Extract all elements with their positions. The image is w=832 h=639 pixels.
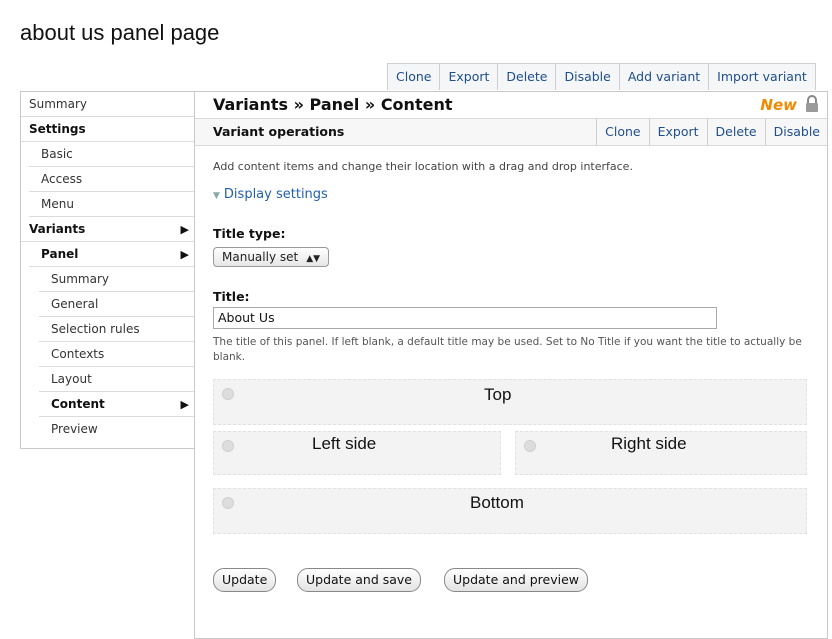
sidebar-item-label: Settings	[29, 122, 86, 136]
sidebar-item-selection-rules[interactable]: Selection rules	[39, 317, 195, 342]
sidebar-item-basic[interactable]: Basic	[29, 142, 195, 167]
sidebar-item-label: Variants	[29, 222, 86, 236]
sidebar-item-label: Menu	[41, 197, 74, 211]
sidebar-item-label: Content	[51, 397, 105, 411]
title-type-label: Title type:	[213, 226, 286, 241]
sidebar-item-label: Access	[41, 172, 83, 186]
sidebar-item-label: Summary	[29, 97, 87, 111]
sidebar-item-settings[interactable]: Settings	[21, 117, 195, 142]
sidebar-item-variants[interactable]: Variants ▶	[21, 217, 195, 242]
region-top-label: Top	[484, 385, 512, 404]
export-link[interactable]: Export	[439, 64, 497, 90]
update-button[interactable]: Update	[213, 568, 277, 592]
sidebar-item-label: Summary	[51, 272, 109, 286]
clone-link[interactable]: Clone	[388, 64, 439, 90]
breadcrumb: Variants » Panel » Content	[213, 95, 453, 114]
disable-link[interactable]: Disable	[555, 64, 618, 90]
top-operations: Clone Export Delete Disable Add variant …	[387, 63, 816, 90]
gear-icon[interactable]	[524, 440, 536, 452]
variant-operations-title: Variant operations	[213, 124, 345, 139]
title-input[interactable]: About Us	[213, 307, 717, 329]
select-arrows-icon: ▲▼	[306, 254, 321, 264]
variant-operations: Clone Export Delete Disable	[596, 119, 828, 145]
chevron-right-icon: ▶	[180, 398, 189, 411]
chevron-right-icon: ▶	[180, 223, 189, 236]
sidebar-item-label: Selection rules	[51, 322, 140, 336]
sidebar-item-content[interactable]: Content ▶	[39, 392, 195, 417]
gear-icon[interactable]	[222, 497, 234, 509]
update-and-preview-button[interactable]: Update and preview	[444, 568, 589, 592]
sidebar-item-contexts[interactable]: Contexts	[39, 342, 195, 367]
lock-icon	[806, 95, 818, 112]
variant-disable-link[interactable]: Disable	[764, 119, 828, 145]
region-bottom[interactable]: Bottom	[213, 488, 807, 534]
sidebar-item-menu[interactable]: Menu	[29, 192, 195, 217]
import-variant-link[interactable]: Import variant	[708, 64, 815, 90]
title-help-text: The title of this panel. If left blank, …	[213, 336, 802, 363]
main-panel: Variants » Panel » Content New Variant o…	[194, 91, 828, 639]
content-description: Add content items and change their locat…	[213, 160, 633, 173]
title-type-select[interactable]: Manually set ▲▼	[213, 247, 330, 267]
region-left-side[interactable]: Left side	[213, 431, 501, 475]
sidebar-item-label: Contexts	[51, 347, 105, 361]
variant-clone-link[interactable]: Clone	[596, 119, 648, 145]
sidebar-item-label: General	[51, 297, 99, 311]
title-type-value: Manually set	[222, 250, 299, 264]
main-header: Variants » Panel » Content New	[195, 92, 827, 119]
gear-icon[interactable]	[222, 388, 234, 400]
display-settings-label: Display settings	[223, 187, 328, 202]
display-settings-toggle[interactable]: ▼ Display settings	[213, 187, 328, 202]
update-and-save-button[interactable]: Update and save	[297, 568, 421, 592]
variant-export-link[interactable]: Export	[648, 119, 707, 145]
region-right-side[interactable]: Right side	[515, 431, 807, 475]
page-title: about us panel page	[20, 20, 220, 45]
variant-delete-link[interactable]: Delete	[706, 119, 765, 145]
add-variant-link[interactable]: Add variant	[618, 64, 708, 90]
sidebar-item-label: Preview	[51, 422, 98, 436]
new-badge: New	[760, 96, 797, 114]
sidebar-item-panel-summary[interactable]: Summary	[39, 267, 195, 292]
sidebar-item-layout[interactable]: Layout	[39, 367, 195, 392]
sidebar-item-label: Panel	[41, 247, 79, 261]
delete-link[interactable]: Delete	[497, 64, 555, 90]
sidebar-item-access[interactable]: Access	[29, 167, 195, 192]
sidebar-item-general[interactable]: General	[39, 292, 195, 317]
gear-icon[interactable]	[222, 440, 234, 452]
sidebar-item-label: Basic	[41, 147, 73, 161]
sidebar-item-summary[interactable]: Summary	[21, 92, 195, 117]
triangle-down-icon: ▼	[213, 191, 220, 201]
region-left-label: Left side	[312, 434, 377, 453]
region-top[interactable]: Top	[213, 379, 807, 425]
chevron-right-icon: ▶	[180, 248, 189, 261]
sidebar-item-panel[interactable]: Panel ▶	[29, 242, 195, 267]
sidebar: Summary Settings Basic Access Menu Varia…	[20, 91, 195, 449]
variant-operations-bar: Variant operations Clone Export Delete D…	[195, 119, 827, 146]
sidebar-item-preview[interactable]: Preview	[39, 417, 195, 442]
title-label: Title:	[213, 289, 250, 304]
region-right-label: Right side	[611, 434, 687, 453]
sidebar-item-label: Layout	[51, 372, 92, 386]
region-bottom-label: Bottom	[470, 493, 524, 512]
